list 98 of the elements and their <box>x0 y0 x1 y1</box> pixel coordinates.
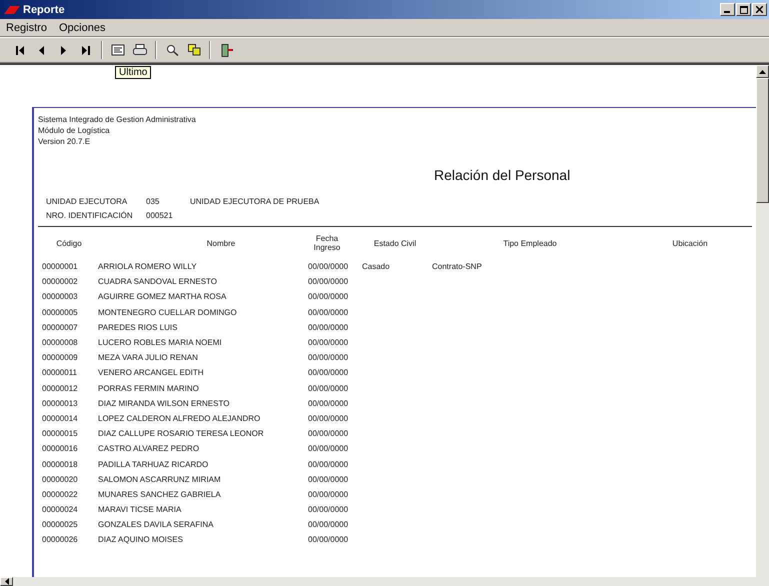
header-text: Version 20.7.E <box>38 136 92 147</box>
table-cell: 00000002 <box>42 277 78 286</box>
table-cell: ARRIOLA ROMERO WILLY <box>98 262 197 272</box>
table-cell: MARAVI TICSE MARIA <box>98 505 182 514</box>
table-cell: 00/00/0000 <box>308 414 348 423</box>
table-cell: 00000022 <box>42 490 78 499</box>
table-cell: 00000015 <box>42 429 78 438</box>
table-cell: 00/00/0000 <box>308 338 348 348</box>
table-cell: SALOMON ASCARRUNZ MIRIAM <box>98 474 221 484</box>
field-label: NRO. IDENTIFICACIÓN <box>46 211 134 220</box>
table-cell: PORRAS FERMIN MARINO <box>98 384 199 393</box>
table-cell: 00/00/0000 <box>308 308 348 317</box>
table-cell: 00000007 <box>42 322 78 332</box>
table-cell: 00/00/0000 <box>308 490 348 499</box>
table-cell: 00000005 <box>42 308 78 317</box>
table-cell: 00/00/0000 <box>308 277 348 286</box>
vertical-scrollbar[interactable] <box>756 65 769 577</box>
menu-item[interactable]: Opciones <box>58 22 106 34</box>
table-cell: 00000001 <box>42 262 78 272</box>
column-header: Estado Civil <box>372 238 418 248</box>
maximize-button[interactable] <box>736 3 751 16</box>
table-cell: MUNARES SANCHEZ GABRIELA <box>98 490 221 499</box>
table-cell: DIAZ MIRANDA WILSON ERNESTO <box>98 398 230 408</box>
scrollbar-thumb[interactable] <box>756 78 769 203</box>
table-cell: 00000012 <box>42 384 78 393</box>
table-cell: 00000024 <box>42 505 78 514</box>
table-cell: 00000025 <box>42 520 78 530</box>
table-cell: 00000018 <box>42 460 78 469</box>
table-cell: 00/00/0000 <box>308 444 348 454</box>
table-cell: Casado <box>362 262 390 272</box>
table-cell: 00/00/0000 <box>308 429 348 438</box>
table-cell: 00/00/0000 <box>308 292 348 302</box>
table-cell: 00/00/0000 <box>308 505 348 514</box>
table-cell: 00000013 <box>42 398 78 408</box>
page-setup-icon <box>111 44 125 56</box>
table-cell: 00/00/0000 <box>308 368 348 378</box>
table-cell: 00000003 <box>42 292 78 302</box>
table-cell: 00/00/0000 <box>308 262 348 272</box>
maximize-icon <box>740 6 748 14</box>
column-header: Ubicación <box>671 238 709 248</box>
table-cell: 00000009 <box>42 353 78 362</box>
table-cell: 00000014 <box>42 414 78 423</box>
table-cell: 00/00/0000 <box>308 322 348 332</box>
triangle-left-icon <box>39 46 45 54</box>
column-header: Código <box>55 238 83 248</box>
arrow-left-icon <box>4 578 8 585</box>
window-title: Reporte <box>23 4 66 16</box>
table-cell: 00000016 <box>42 444 78 454</box>
menu-item[interactable]: Registro <box>6 22 47 34</box>
skip-back-icon <box>16 46 24 54</box>
table-cell: VENERO ARCANGEL EDITH <box>98 368 204 378</box>
table-cell: PADILLA TARHUAZ RICARDO <box>98 460 208 469</box>
table-cell: 00/00/0000 <box>308 535 348 544</box>
table-cell: DIAZ AQUINO MOISES <box>98 535 183 544</box>
table-cell: GONZALES DAVILA SERAFINA <box>98 520 214 530</box>
table-cell: DIAZ CALLUPE ROSARIO TERESA LEONOR <box>98 429 264 438</box>
report-title: Relación del Personal <box>434 167 572 185</box>
table-cell: 00000011 <box>42 368 77 378</box>
skip-forward-icon <box>82 46 90 54</box>
table-cell: CASTRO ALVAREZ PEDRO <box>98 444 200 454</box>
field-value: UNIDAD EJECUTORA DE PRUEBA <box>190 197 320 206</box>
table-cell: Contrato-SNP <box>432 262 482 272</box>
arrow-up-icon <box>759 70 766 74</box>
horizontal-scrollbar[interactable] <box>0 577 769 586</box>
minimize-button[interactable] <box>720 3 735 16</box>
field-value: 000521 <box>146 211 174 220</box>
exit-door-icon <box>220 44 232 56</box>
table-cell: 00000026 <box>42 535 78 544</box>
table-cell: CUADRA SANDOVAL ERNESTO <box>98 277 217 286</box>
close-icon <box>756 6 763 13</box>
table-cell: 00/00/0000 <box>308 398 348 408</box>
header-text: Sistema Integrado de Gestion Administrativa <box>38 114 197 125</box>
table-cell: LUCERO ROBLES MARIA NOEMI <box>98 338 222 348</box>
field-label: UNIDAD EJECUTORA <box>46 197 128 206</box>
table-cell: 00/00/0000 <box>308 384 348 393</box>
table-cell: LOPEZ CALDERON ALFREDO ALEJANDRO <box>98 414 260 423</box>
column-header: Tipo Empleado <box>502 238 558 248</box>
table-cell: 00/00/0000 <box>308 353 348 362</box>
table-cell: MEZA VARA JULIO RENAN <box>98 353 198 362</box>
table-cell: MONTENEGRO CUELLAR DOMINGO <box>98 308 237 317</box>
field-value: 035 <box>146 197 160 206</box>
search-icon <box>166 44 178 56</box>
table-cell: 00/00/0000 <box>308 474 348 484</box>
documents-icon <box>188 44 200 56</box>
table-cell: 00/00/0000 <box>308 460 348 469</box>
table-cell: 00000008 <box>42 338 78 348</box>
close-button[interactable] <box>752 3 767 16</box>
table-cell: 00000020 <box>42 474 78 484</box>
table-cell: AGUIRRE GOMEZ MARTHA ROSA <box>98 292 226 302</box>
app-logo-icon <box>4 4 20 14</box>
triangle-right-icon <box>61 46 67 54</box>
column-header: Fecha Ingreso <box>312 234 342 252</box>
table-cell: PAREDES RIOS LUIS <box>98 322 178 332</box>
printer-icon <box>133 44 147 56</box>
header-text: Módulo de Logística <box>38 125 111 136</box>
table-cell: 00/00/0000 <box>308 520 348 530</box>
column-header: Nombre <box>206 238 236 248</box>
tooltip: Ultimo <box>115 66 152 79</box>
